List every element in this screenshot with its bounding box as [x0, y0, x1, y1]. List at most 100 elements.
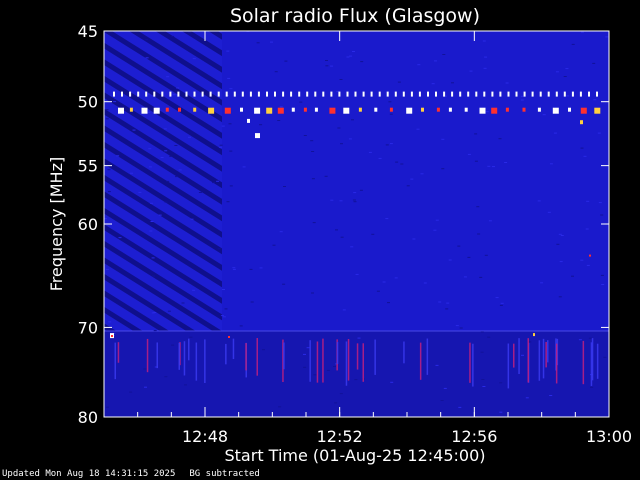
interference-dot: [410, 91, 413, 97]
noise-speck: [352, 199, 356, 201]
burst-streak: [513, 343, 515, 368]
noise-speck: [190, 218, 194, 220]
y-tick-label: 45: [78, 22, 98, 41]
noise-speck: [520, 95, 524, 97]
interference-dot: [523, 91, 526, 97]
noise-speck: [600, 274, 604, 276]
burst-streak: [183, 341, 186, 376]
interference-dot: [568, 107, 571, 112]
noise-speck: [105, 109, 109, 111]
interference-dot: [354, 91, 357, 97]
interference-dot: [448, 107, 452, 112]
interference-dot: [185, 91, 188, 97]
noise-speck: [105, 118, 109, 120]
noise-speck: [441, 168, 445, 170]
noise-speck: [525, 397, 529, 399]
noise-speck: [412, 238, 416, 240]
noise-speck: [270, 41, 273, 43]
noise-speck: [505, 82, 509, 84]
noise-speck: [105, 406, 109, 408]
noise-speck: [187, 32, 191, 34]
noise-speck: [284, 60, 288, 62]
noise-speck: [239, 325, 243, 327]
interference-dot: [306, 91, 309, 97]
burst-streak: [426, 338, 429, 375]
noise-speck: [176, 87, 180, 89]
noise-speck: [158, 214, 162, 216]
noise-speck: [222, 316, 226, 318]
burst-spot: [247, 118, 250, 123]
noise-speck: [145, 57, 149, 59]
interference-dot: [358, 107, 362, 112]
interference-dot: [141, 107, 148, 114]
noise-speck: [540, 282, 544, 284]
noise-speck: [330, 199, 334, 201]
noise-speck: [371, 233, 375, 235]
interference-dot: [113, 91, 115, 97]
interference-dot: [169, 91, 172, 97]
interference-dot: [177, 91, 180, 97]
noise-speck: [495, 297, 499, 299]
noise-speck: [107, 191, 111, 193]
interference-dot: [522, 107, 526, 112]
burst-streak: [555, 343, 558, 384]
noise-speck: [467, 153, 471, 155]
noise-speck: [580, 31, 584, 33]
interference-dot: [563, 91, 566, 97]
interference-dot: [464, 107, 468, 112]
noise-speck: [484, 56, 488, 58]
noise-speck: [242, 166, 246, 168]
noise-speck: [542, 114, 546, 116]
noise-speck: [566, 95, 570, 97]
noise-speck: [504, 162, 508, 163]
interference-dot: [346, 91, 349, 97]
noise-speck: [586, 264, 590, 266]
noise-speck: [339, 393, 343, 395]
noise-speck: [499, 304, 503, 306]
noise-speck: [259, 267, 263, 269]
interference-dot: [153, 91, 156, 97]
interference-dot: [266, 91, 268, 97]
noise-speck: [169, 155, 173, 157]
noise-speck: [219, 144, 223, 146]
noise-speck: [605, 36, 609, 38]
burst-streak: [527, 338, 529, 383]
noise-speck: [481, 379, 485, 380]
interference-dot: [193, 107, 197, 112]
burst-spot: [255, 133, 260, 139]
interference-dot: [266, 107, 273, 114]
noise-speck: [303, 135, 307, 136]
noise-speck: [279, 231, 283, 233]
interference-dot: [451, 91, 454, 97]
interference-dot: [479, 107, 486, 114]
noise-speck: [406, 185, 410, 187]
noise-speck: [590, 386, 594, 388]
noise-speck: [583, 155, 587, 157]
noise-speck: [274, 71, 278, 73]
noise-speck: [446, 302, 450, 304]
interference-dot: [507, 91, 510, 97]
noise-speck: [299, 101, 303, 103]
burst-streak: [245, 343, 247, 371]
noise-speck: [555, 71, 559, 73]
interference-dot: [161, 91, 164, 97]
noise-speck: [385, 218, 389, 220]
noise-speck: [420, 173, 424, 175]
noise-speck: [339, 79, 343, 80]
burst-streak: [347, 339, 350, 381]
noise-speck: [349, 55, 353, 57]
noise-speck: [434, 60, 437, 62]
noise-speck: [487, 336, 491, 338]
interference-dot: [539, 91, 542, 97]
noise-speck: [351, 119, 354, 121]
interference-dot: [217, 91, 220, 97]
noise-speck: [559, 261, 563, 263]
noise-speck: [229, 88, 233, 90]
interference-dot: [178, 107, 181, 112]
noise-speck: [339, 200, 343, 202]
noise-speck: [163, 128, 167, 130]
burst-streak: [225, 343, 227, 365]
interference-dot: [153, 107, 160, 114]
interference-dot: [491, 107, 498, 114]
burst-streak: [156, 342, 158, 369]
